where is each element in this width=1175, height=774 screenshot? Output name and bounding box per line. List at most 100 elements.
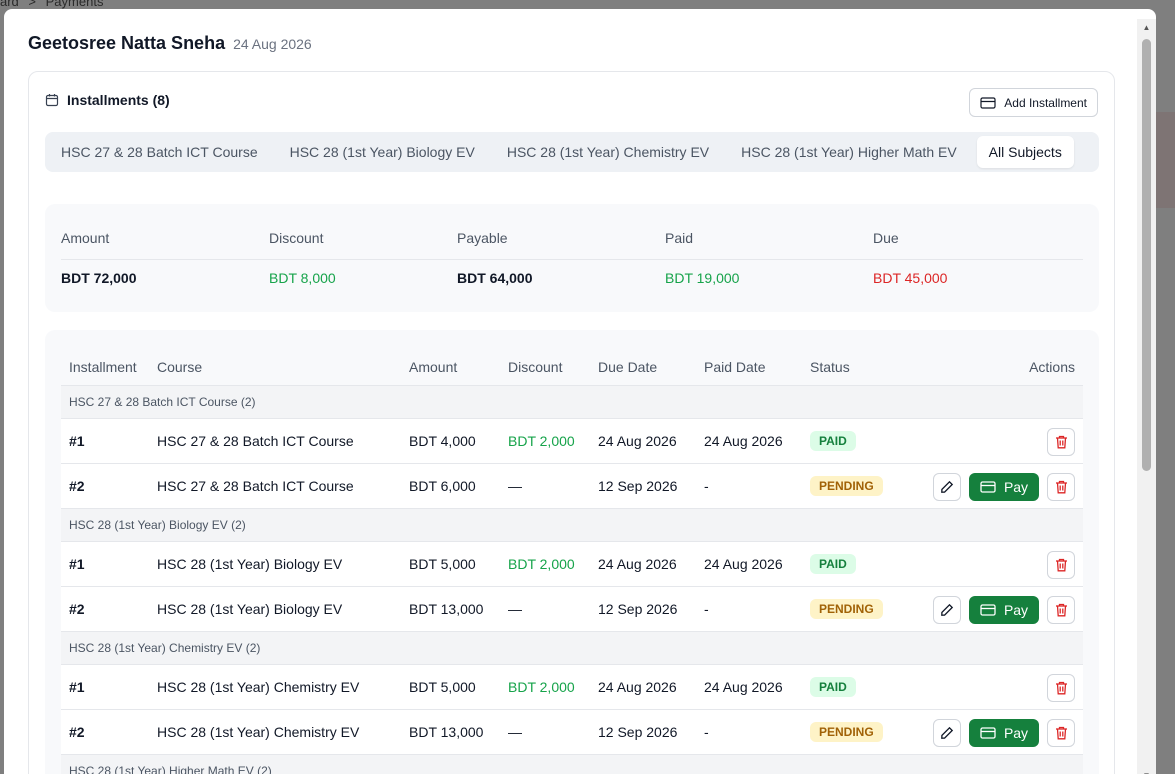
cell-installment: #1 — [69, 679, 85, 695]
pay-button[interactable]: Pay — [969, 595, 1039, 624]
cell-due-date: 12 Sep 2026 — [598, 724, 678, 740]
cell-status: PENDING — [810, 476, 930, 496]
delete-installment-button[interactable] — [1047, 550, 1075, 579]
cell-due-date: 12 Sep 2026 — [598, 478, 678, 494]
trash-icon — [1055, 726, 1068, 740]
scroll-down-arrow-icon[interactable]: ▼ — [1137, 769, 1156, 774]
cell-amount: BDT 5,000 — [409, 679, 476, 695]
cell-paid-date: - — [704, 601, 709, 617]
subject-tabs: HSC 27 & 28 Batch ICT Course HSC 28 (1st… — [45, 132, 1099, 172]
modal-scrollbar[interactable]: ▲ ▼ — [1137, 19, 1156, 774]
pencil-icon — [940, 603, 954, 617]
edit-installment-button[interactable] — [933, 472, 961, 501]
group-row: HSC 28 (1st Year) Biology EV (2) — [61, 509, 1083, 542]
pay-button[interactable]: Pay — [969, 718, 1039, 747]
delete-installment-button[interactable] — [1047, 427, 1075, 456]
add-installment-label: Add Installment — [1004, 95, 1087, 110]
table-header-row: Installment Course Amount Discount Due D… — [61, 348, 1083, 386]
trash-icon — [1055, 681, 1068, 695]
cell-status: PAID — [810, 677, 930, 697]
cell-due-date: 12 Sep 2026 — [598, 601, 678, 617]
delete-installment-button[interactable] — [1047, 673, 1075, 702]
trash-icon — [1055, 435, 1068, 449]
header-actions: Actions — [1029, 358, 1075, 375]
payment-summary: Amount Discount Payable Paid Due BDT 72,… — [45, 204, 1099, 312]
scroll-thumb[interactable] — [1142, 39, 1151, 471]
table-row: #2 HSC 28 (1st Year) Biology EV BDT 13,000… — [61, 587, 1083, 632]
row-actions — [1047, 419, 1075, 464]
summary-amount: BDT 72,000 — [61, 270, 137, 286]
cell-course: HSC 28 (1st Year) Biology EV — [157, 601, 343, 617]
add-installment-button[interactable]: Add Installment — [969, 88, 1098, 117]
trash-icon — [1055, 558, 1068, 572]
delete-installment-button[interactable] — [1047, 718, 1075, 747]
cell-course: HSC 27 & 28 Batch ICT Course — [157, 433, 354, 449]
header-discount: Discount — [508, 358, 563, 375]
cell-paid-date: - — [704, 478, 709, 494]
scroll-up-arrow-icon[interactable]: ▲ — [1137, 21, 1156, 35]
cell-amount: BDT 13,000 — [409, 724, 484, 740]
header-course: Course — [157, 358, 203, 375]
pay-button[interactable]: Pay — [969, 472, 1039, 501]
status-badge: PAID — [810, 677, 856, 697]
cell-status: PENDING — [810, 599, 930, 619]
cell-status: PAID — [810, 431, 930, 451]
summary-values-row: BDT 72,000 BDT 8,000 BDT 64,000 BDT 19,0… — [61, 270, 1083, 286]
status-badge: PAID — [810, 554, 856, 574]
cell-amount: BDT 5,000 — [409, 556, 476, 572]
cell-discount: — — [508, 601, 522, 617]
edit-installment-button[interactable] — [933, 595, 961, 624]
installments-header: Installments (8) — [45, 92, 170, 108]
installments-card: Installments (8) Add Installment HSC 27 … — [28, 71, 1115, 774]
cell-amount: BDT 13,000 — [409, 601, 484, 617]
cell-paid-date: 24 Aug 2026 — [704, 556, 783, 572]
status-badge: PENDING — [810, 476, 883, 496]
cell-installment: #1 — [69, 433, 85, 449]
group-row: HSC 28 (1st Year) Higher Math EV (2) — [61, 755, 1083, 774]
status-badge: PAID — [810, 431, 856, 451]
summary-discount: BDT 8,000 — [269, 270, 336, 286]
table-row: #2 HSC 28 (1st Year) Chemistry EV BDT 13,0… — [61, 710, 1083, 755]
modal-date: 24 Aug 2026 — [233, 36, 312, 52]
status-badge: PENDING — [810, 722, 883, 742]
delete-installment-button[interactable] — [1047, 595, 1075, 624]
summary-header-discount: Discount — [269, 230, 324, 246]
cell-discount: BDT 2,000 — [508, 433, 575, 449]
summary-due: BDT 45,000 — [873, 270, 948, 286]
summary-header-amount: Amount — [61, 230, 110, 246]
edit-installment-button[interactable] — [933, 718, 961, 747]
summary-header-due: Due — [873, 230, 899, 246]
tab-chemistry[interactable]: HSC 28 (1st Year) Chemistry EV — [495, 136, 721, 168]
cell-course: HSC 28 (1st Year) Biology EV — [157, 556, 343, 572]
cell-discount: BDT 2,000 — [508, 556, 575, 572]
header-installment: Installment — [69, 358, 137, 375]
header-status: Status — [810, 358, 850, 375]
header-due-date: Due Date — [598, 358, 658, 375]
trash-icon — [1055, 480, 1068, 494]
header-paid-date: Paid Date — [704, 358, 766, 375]
cell-paid-date: 24 Aug 2026 — [704, 679, 783, 695]
credit-card-icon — [980, 96, 996, 109]
summary-header-paid: Paid — [665, 230, 694, 246]
cell-due-date: 24 Aug 2026 — [598, 679, 677, 695]
tab-all-subjects[interactable]: All Subjects — [976, 136, 1074, 168]
summary-paid: BDT 19,000 — [665, 270, 740, 286]
row-actions: Pay — [933, 464, 1075, 509]
tab-higher-math[interactable]: HSC 28 (1st Year) Higher Math EV — [729, 136, 969, 168]
summary-header-payable: Payable — [457, 230, 508, 246]
cell-discount: BDT 2,000 — [508, 679, 575, 695]
delete-installment-button[interactable] — [1047, 472, 1075, 501]
cell-paid-date: - — [704, 724, 709, 740]
cell-amount: BDT 4,000 — [409, 433, 476, 449]
table-row: #2 HSC 27 & 28 Batch ICT Course BDT 6,000 —… — [61, 464, 1083, 509]
tab-biology[interactable]: HSC 28 (1st Year) Biology EV — [278, 136, 487, 168]
pay-label: Pay — [1003, 724, 1029, 741]
tab-ict-course[interactable]: HSC 27 & 28 Batch ICT Course — [49, 136, 270, 168]
cell-discount: — — [508, 724, 522, 740]
table-row: #1 HSC 28 (1st Year) Chemistry EV BDT 5,00… — [61, 665, 1083, 710]
status-badge: PENDING — [810, 599, 883, 619]
row-actions: Pay — [933, 587, 1075, 632]
installments-title: Installments (8) — [67, 92, 170, 108]
summary-header-row: Amount Discount Payable Paid Due — [61, 230, 1083, 260]
calendar-icon — [45, 93, 59, 107]
